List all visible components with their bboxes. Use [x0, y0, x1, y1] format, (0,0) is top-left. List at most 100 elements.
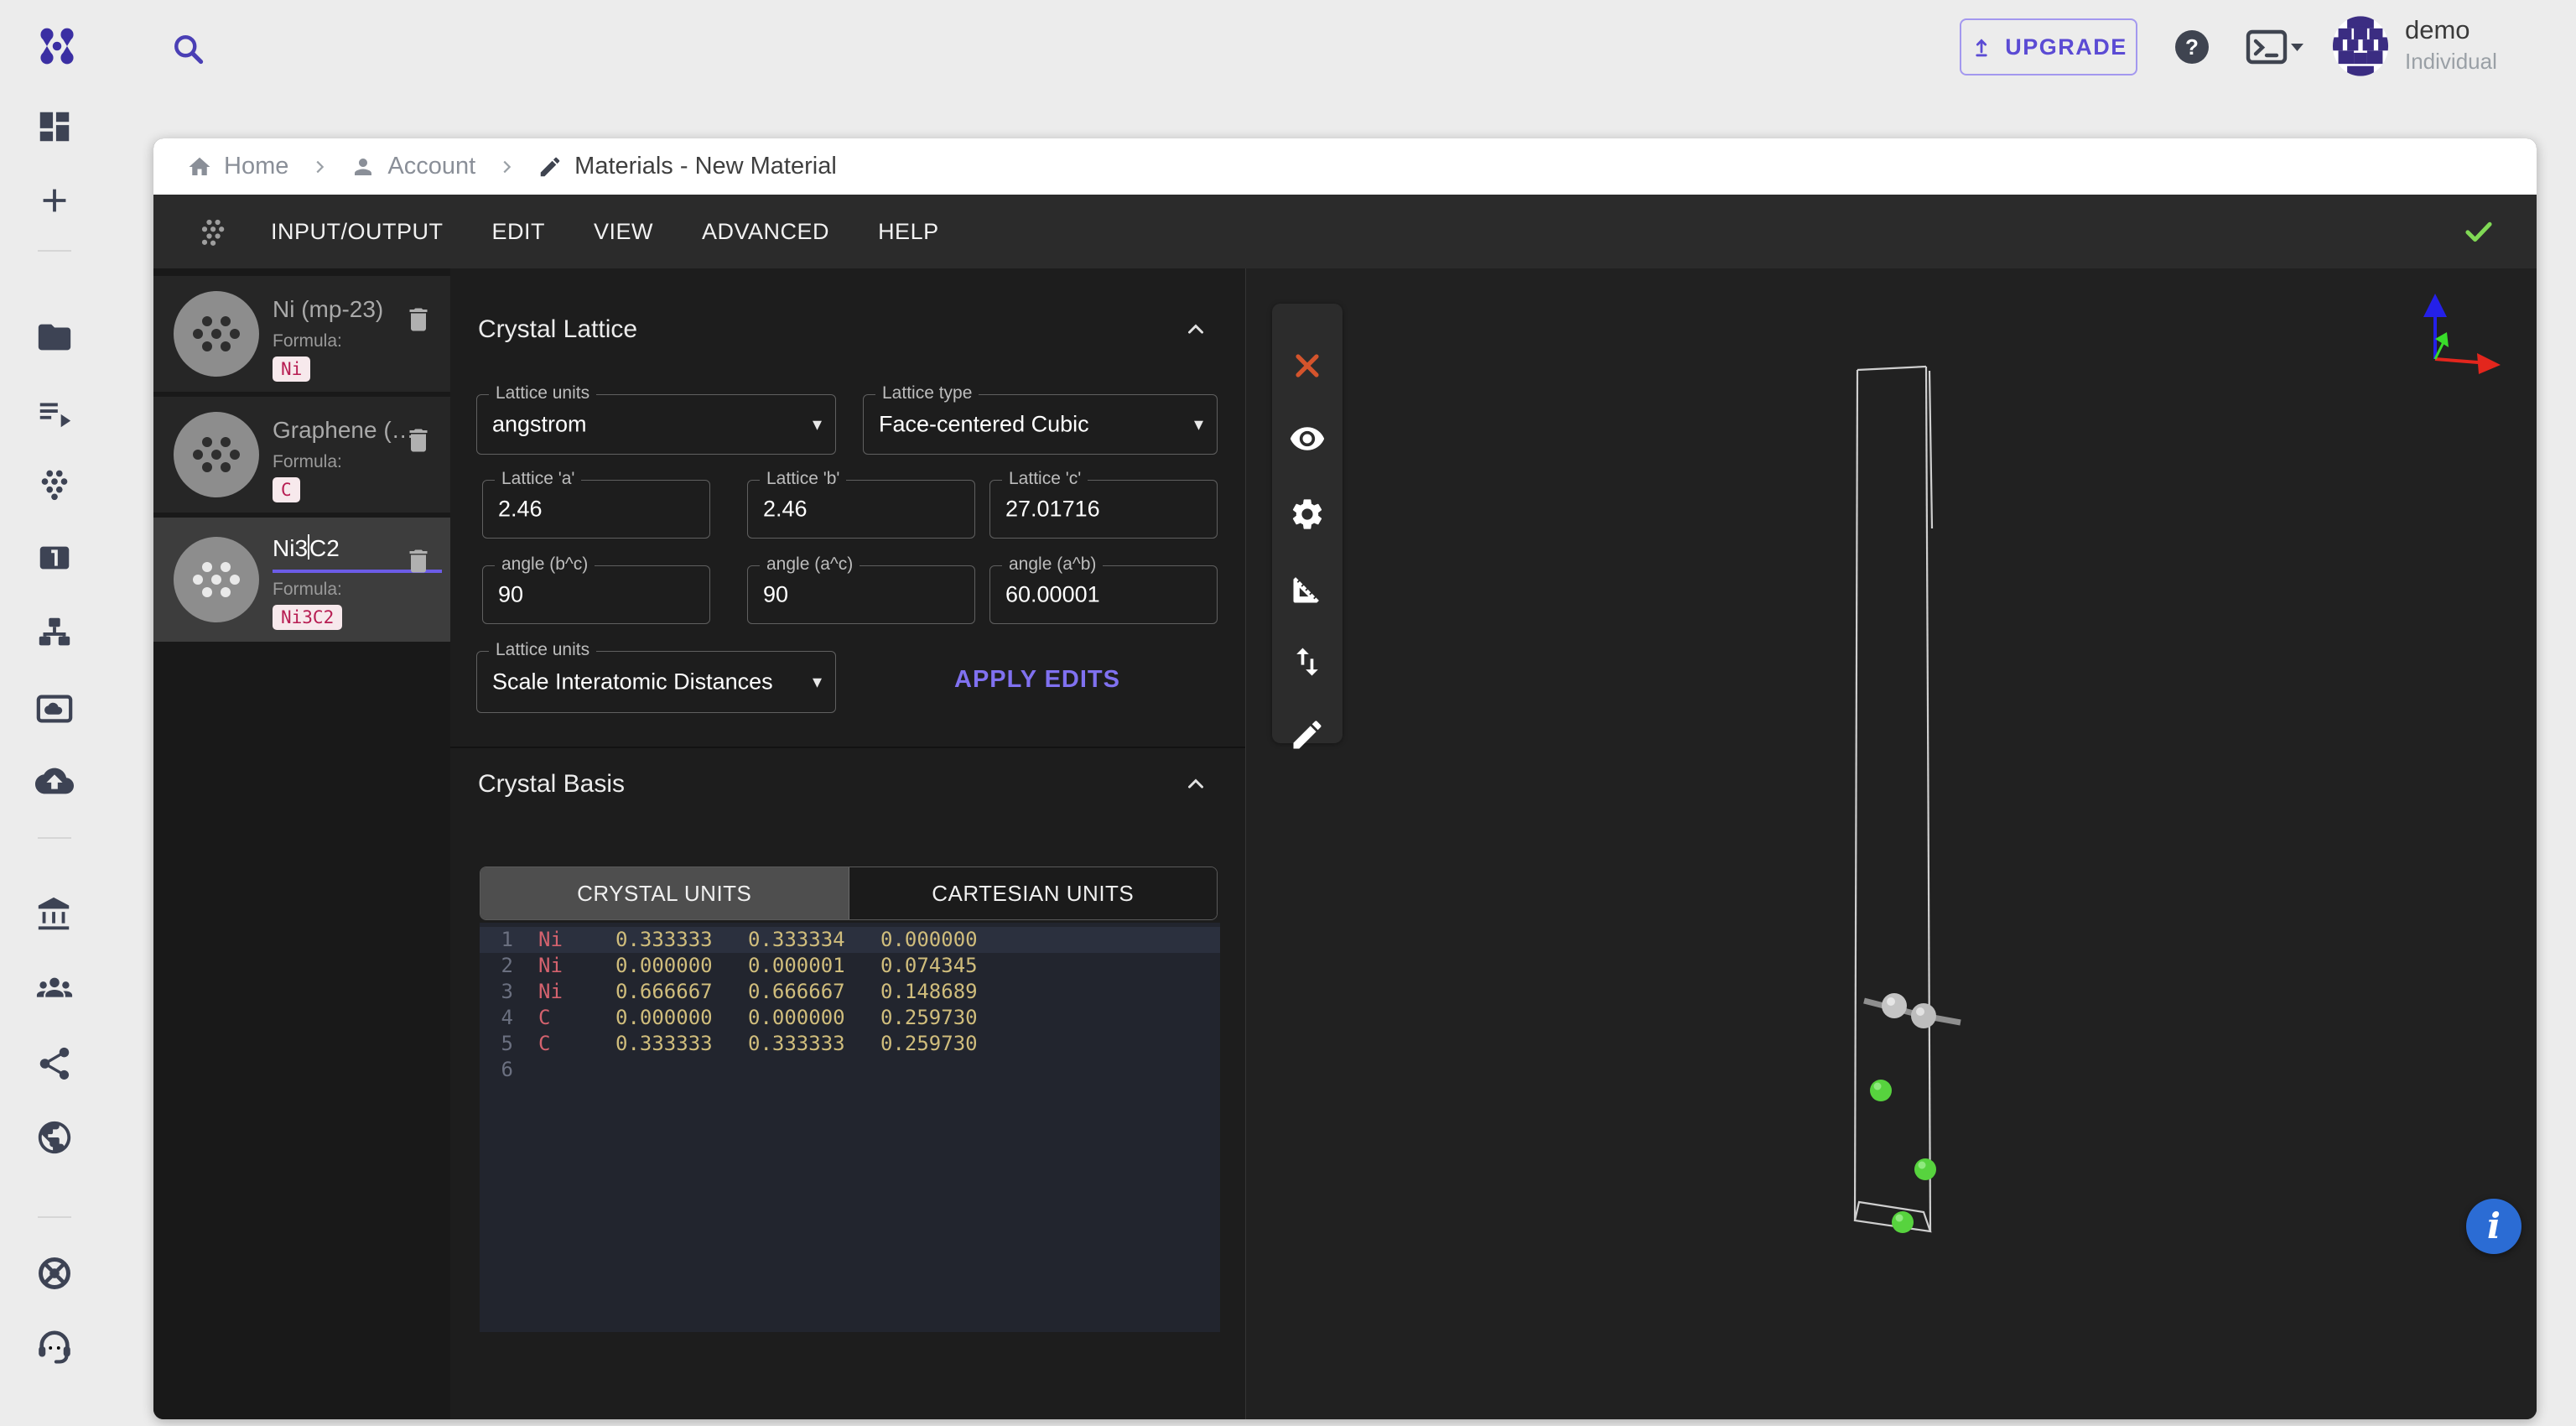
wheel-icon	[35, 1254, 74, 1293]
material-avatar	[174, 412, 259, 497]
pencil-icon	[538, 154, 563, 180]
lattice-a-input[interactable]: Lattice 'a' 2.46	[482, 480, 710, 539]
structure-viewer-3d[interactable]: i	[1245, 268, 2537, 1419]
console-menu-button[interactable]	[2246, 29, 2304, 67]
lattice-b-input[interactable]: Lattice 'b' 2.46	[747, 480, 975, 539]
sidebar-divider	[38, 1216, 71, 1218]
material-name: Ni (mp-23)	[273, 296, 383, 323]
playlist-play-icon	[35, 393, 74, 432]
looks-one-icon	[35, 539, 74, 577]
formula-label: Formula:	[273, 580, 342, 600]
person-icon	[351, 154, 376, 180]
sidebar-divider	[38, 250, 71, 252]
user-name: demo	[2405, 15, 2470, 45]
basis-row[interactable]: 1Ni0.3333330.3333340.000000	[480, 927, 1220, 953]
collapse-chevron-up-icon[interactable]	[1182, 772, 1210, 797]
lattice-type-select[interactable]: Lattice type Face-centered Cubic ▾	[863, 394, 1218, 455]
angle-ab-input[interactable]: angle (a^b) 60.00001	[989, 565, 1218, 624]
tab-cartesian-units[interactable]: CARTESIAN UNITS	[849, 867, 1218, 919]
help-button[interactable]: ?	[2172, 27, 2212, 67]
sidebar-item-unit[interactable]	[35, 539, 74, 577]
sidebar-item-public[interactable]	[35, 1118, 74, 1157]
material-item-ni3c2[interactable]: Ni3C2 Formula: Ni3C2	[153, 518, 450, 642]
formula-chip: C	[273, 477, 300, 502]
basis-code-editor[interactable]: 1Ni0.3333330.3333340.000000 2Ni0.0000000…	[480, 923, 1220, 1332]
breadcrumb-home[interactable]: Home	[187, 153, 288, 180]
sidebar-item-cloud-storage[interactable]	[35, 762, 74, 800]
sidebar-item-helm[interactable]	[35, 1254, 74, 1293]
user-plan: Individual	[2405, 49, 2497, 75]
lattice-units-select[interactable]: Lattice units angstrom ▾	[476, 394, 836, 455]
menu-view[interactable]: VIEW	[594, 219, 653, 245]
formula-chip: Ni3C2	[273, 605, 342, 630]
material-item-ni[interactable]: Ni (mp-23) Formula: Ni	[153, 276, 450, 392]
info-button[interactable]: i	[2466, 1199, 2521, 1254]
material-avatar	[174, 291, 259, 377]
upgrade-button[interactable]: UPGRADE	[1960, 18, 2137, 75]
material-name-input[interactable]: Ni3C2	[273, 534, 340, 562]
sidebar-item-team[interactable]	[35, 970, 74, 1008]
globe-icon	[35, 1118, 74, 1157]
menu-help[interactable]: HELP	[878, 219, 939, 245]
delete-icon[interactable]	[403, 304, 434, 335]
app-page: UPGRADE ?	[0, 0, 2576, 1426]
breadcrumb-account[interactable]: Account	[351, 153, 475, 180]
cloud-upload-icon	[35, 762, 74, 800]
sidebar-item-create-new[interactable]	[35, 181, 74, 220]
lattice-c-input[interactable]: Lattice 'c' 27.01716	[989, 480, 1218, 539]
basis-row[interactable]: 4C0.0000000.0000000.259730	[480, 1005, 1220, 1031]
atoms-cluster-icon	[195, 213, 232, 250]
search-icon	[169, 30, 206, 67]
home-icon	[187, 154, 212, 180]
sidebar	[0, 0, 109, 1426]
menu-input-output[interactable]: INPUT/OUTPUT	[271, 219, 444, 245]
info-icon: i	[2487, 1209, 2501, 1244]
material-item-graphene[interactable]: Graphene (… Formula: C	[153, 397, 450, 513]
terminal-icon	[2246, 29, 2304, 67]
people-icon	[35, 970, 74, 1008]
menu-edit[interactable]: EDIT	[492, 219, 546, 245]
sidebar-item-projects[interactable]	[35, 318, 74, 356]
basis-row[interactable]: 6	[480, 1057, 1220, 1083]
crystal-scene[interactable]	[1246, 268, 2537, 1419]
tab-crystal-units[interactable]: CRYSTAL UNITS	[480, 867, 849, 919]
avatar[interactable]	[2329, 15, 2392, 77]
sidebar-item-support[interactable]	[35, 1328, 74, 1366]
saved-check-icon[interactable]	[2461, 214, 2496, 249]
dashboard-icon	[35, 107, 74, 146]
delete-icon[interactable]	[403, 546, 434, 576]
basis-row[interactable]: 5C0.3333330.3333330.259730	[480, 1031, 1220, 1057]
sidebar-item-dashboard[interactable]	[35, 107, 74, 146]
basis-row[interactable]: 2Ni0.0000000.0000010.074345	[480, 953, 1220, 979]
c-atoms[interactable]	[1870, 1080, 1936, 1233]
bank-icon	[35, 896, 74, 934]
sidebar-item-organization[interactable]	[35, 896, 74, 934]
sidebar-item-share[interactable]	[35, 1044, 74, 1083]
sidebar-item-materials[interactable]	[35, 464, 74, 502]
material-name: Graphene (…	[273, 417, 415, 444]
chevron-right-icon	[497, 158, 516, 176]
basis-row[interactable]: 3Ni0.6666670.6666670.148689	[480, 979, 1220, 1005]
page-title: Materials - New Material	[574, 153, 837, 180]
material-avatar	[174, 537, 259, 622]
collapse-chevron-up-icon[interactable]	[1182, 317, 1210, 342]
sidebar-divider	[38, 837, 71, 839]
headset-icon	[35, 1328, 74, 1366]
atoms-cluster-icon	[35, 464, 74, 502]
sidebar-item-media[interactable]	[35, 690, 74, 728]
breadcrumb-current-page: Materials - New Material	[538, 153, 837, 180]
sidebar-item-jobs[interactable]	[35, 393, 74, 432]
menu-advanced[interactable]: ADVANCED	[702, 219, 829, 245]
sidebar-item-workflows[interactable]	[35, 613, 74, 652]
angle-ac-input[interactable]: angle (a^c) 90	[747, 565, 975, 624]
angle-bc-input[interactable]: angle (b^c) 90	[482, 565, 710, 624]
avatar-identicon	[2329, 15, 2392, 77]
main-card: Home Account Materials - New Material IN…	[153, 138, 2537, 1419]
share-icon	[35, 1044, 74, 1083]
breadcrumb: Home Account Materials - New Material	[153, 138, 2537, 195]
scale-distances-select[interactable]: Lattice units Scale Interatomic Distance…	[476, 651, 836, 713]
search-button[interactable]	[169, 30, 206, 67]
delete-icon[interactable]	[403, 425, 434, 455]
section-divider	[450, 747, 1245, 748]
apply-edits-button[interactable]: APPLY EDITS	[940, 656, 1135, 703]
